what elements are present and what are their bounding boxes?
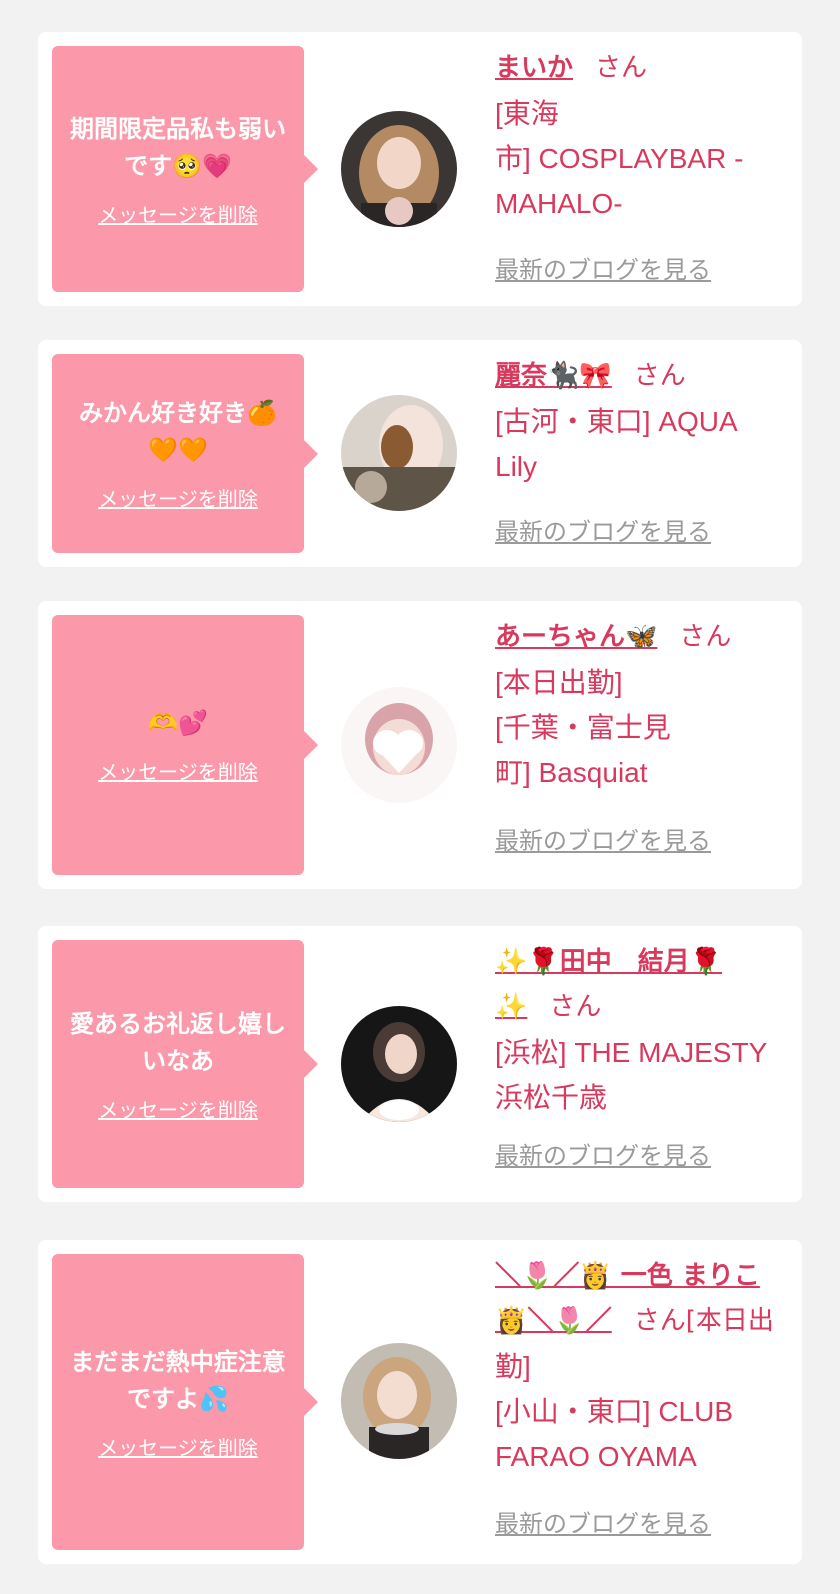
profile-name: 麗奈: [495, 361, 548, 391]
message-bubble: 🫶💕 メッセージを削除: [52, 615, 318, 875]
shop-line: [千葉・富士見: [495, 712, 671, 743]
profile-name-link-cont[interactable]: 👸＼🌷／: [495, 1306, 612, 1336]
profile-info: 麗奈🐈‍⬛🎀 さん [古河・東口] AQUA Lily: [495, 354, 790, 489]
shop-line: Lily: [495, 451, 538, 482]
shop-line: 勤]: [495, 1351, 531, 1382]
message-text: 期間限定品私も弱いです🥺💗: [66, 111, 290, 185]
message-body: まだまだ熱中症注意ですよ: [70, 1347, 286, 1413]
shop-line: [小山・東口] CLUB: [495, 1396, 734, 1427]
honorific-label: さん: [679, 622, 732, 652]
latest-blog-link[interactable]: 最新のブログを見る: [495, 1504, 711, 1539]
honorific-label: さん: [595, 53, 648, 83]
message-bubble: 期間限定品私も弱いです🥺💗 メッセージを削除: [52, 46, 318, 292]
message-text: みかん好き好き🍊🧡🧡: [66, 395, 290, 469]
profile-name-link[interactable]: ✨🌹田中 結月🌹: [495, 947, 722, 977]
honorific-label: さん: [549, 992, 602, 1022]
message-bubble: 愛あるお礼返し嬉しいなあ メッセージを削除: [52, 940, 318, 1188]
shop-line: MAHALO-: [495, 188, 623, 219]
message-bubble: みかん好き好き🍊🧡🧡 メッセージを削除: [52, 354, 318, 553]
message-text: 愛あるお礼返し嬉しいなあ: [66, 1006, 290, 1080]
message-body: 愛あるお礼返し嬉しいなあ: [70, 1009, 286, 1075]
latest-blog-link[interactable]: 最新のブログを見る: [495, 821, 711, 856]
avatar[interactable]: [341, 395, 457, 511]
shop-line: [本日出勤]: [495, 667, 623, 698]
honorific-label: さん: [633, 361, 686, 391]
avatar[interactable]: [341, 1006, 457, 1122]
message-card: 🫶💕 メッセージを削除 あーちゃん🦋 さん [本日出勤] [千葉・富士見 町] B…: [38, 601, 802, 889]
delete-message-link[interactable]: メッセージを削除: [98, 1094, 258, 1123]
profile-info: ＼🌷／👸 一色 まりこ 👸＼🌷／ さん[本日出 勤] [小山・東口] CLUB F…: [495, 1254, 790, 1479]
shop-line: 浜松千歳: [495, 1082, 608, 1113]
name-emoji: 🦋: [625, 622, 658, 652]
profile-name-link[interactable]: ＼🌷／👸 一色 まりこ: [495, 1261, 760, 1291]
message-card: 愛あるお礼返し嬉しいなあ メッセージを削除 ✨🌹田中 結月🌹 ✨ さん [浜松] …: [38, 926, 802, 1202]
shop-line: 市] COSPLAYBAR -: [495, 143, 744, 174]
name-emoji: 🐈‍⬛🎀: [547, 361, 612, 391]
profile-info: ✨🌹田中 結月🌹 ✨ さん [浜松] THE MAJESTY 浜松千歳: [495, 940, 790, 1120]
status-suffix: [本日出: [685, 1306, 774, 1336]
message-card: 期間限定品私も弱いです🥺💗 メッセージを削除 まいか さん [東海 市] COSP…: [38, 32, 802, 306]
avatar[interactable]: [341, 687, 457, 803]
message-emoji: 🫶💕: [148, 709, 208, 737]
message-bubble: まだまだ熱中症注意ですよ💦 メッセージを削除: [52, 1254, 318, 1550]
latest-blog-link[interactable]: 最新のブログを見る: [495, 1136, 711, 1171]
shop-line: [古河・東口] AQUA: [495, 406, 738, 437]
delete-message-link[interactable]: メッセージを削除: [98, 756, 258, 785]
message-card: みかん好き好き🍊🧡🧡 メッセージを削除 麗奈🐈‍⬛🎀 さん [古河・東口] AQU…: [38, 340, 802, 567]
message-emoji: 💦: [199, 1384, 229, 1413]
avatar[interactable]: [341, 111, 457, 227]
shop-line: FARAO OYAMA: [495, 1441, 697, 1472]
message-text: まだまだ熱中症注意ですよ💦: [66, 1344, 290, 1418]
shop-line: [東海: [495, 98, 559, 129]
delete-message-link[interactable]: メッセージを削除: [98, 1432, 258, 1461]
delete-message-link[interactable]: メッセージを削除: [98, 199, 258, 228]
message-emoji: 🥺💗: [172, 151, 232, 180]
profile-name-link[interactable]: 麗奈🐈‍⬛🎀: [495, 361, 612, 391]
avatar[interactable]: [341, 1343, 457, 1459]
shop-line: 町] Basquiat: [495, 757, 648, 788]
profile-name: あーちゃん: [495, 622, 626, 652]
message-text: 🫶💕: [148, 705, 208, 742]
latest-blog-link[interactable]: 最新のブログを見る: [495, 512, 711, 547]
profile-name-link[interactable]: まいか: [495, 53, 573, 83]
shop-line: [浜松] THE MAJESTY: [495, 1037, 768, 1068]
profile-info: あーちゃん🦋 さん [本日出勤] [千葉・富士見 町] Basquiat: [495, 615, 790, 795]
profile-name-link[interactable]: あーちゃん🦋: [495, 622, 657, 652]
profile-name-link-cont[interactable]: ✨: [495, 992, 527, 1022]
message-card: まだまだ熱中症注意ですよ💦 メッセージを削除 ＼🌷／👸 一色 まりこ 👸＼🌷／ さ…: [38, 1240, 802, 1564]
profile-info: まいか さん [東海 市] COSPLAYBAR - MAHALO-: [495, 46, 790, 226]
message-body: みかん好き好き: [79, 399, 248, 427]
latest-blog-link[interactable]: 最新のブログを見る: [495, 250, 711, 285]
delete-message-link[interactable]: メッセージを削除: [98, 483, 258, 512]
honorific-label: さん: [633, 1306, 686, 1336]
